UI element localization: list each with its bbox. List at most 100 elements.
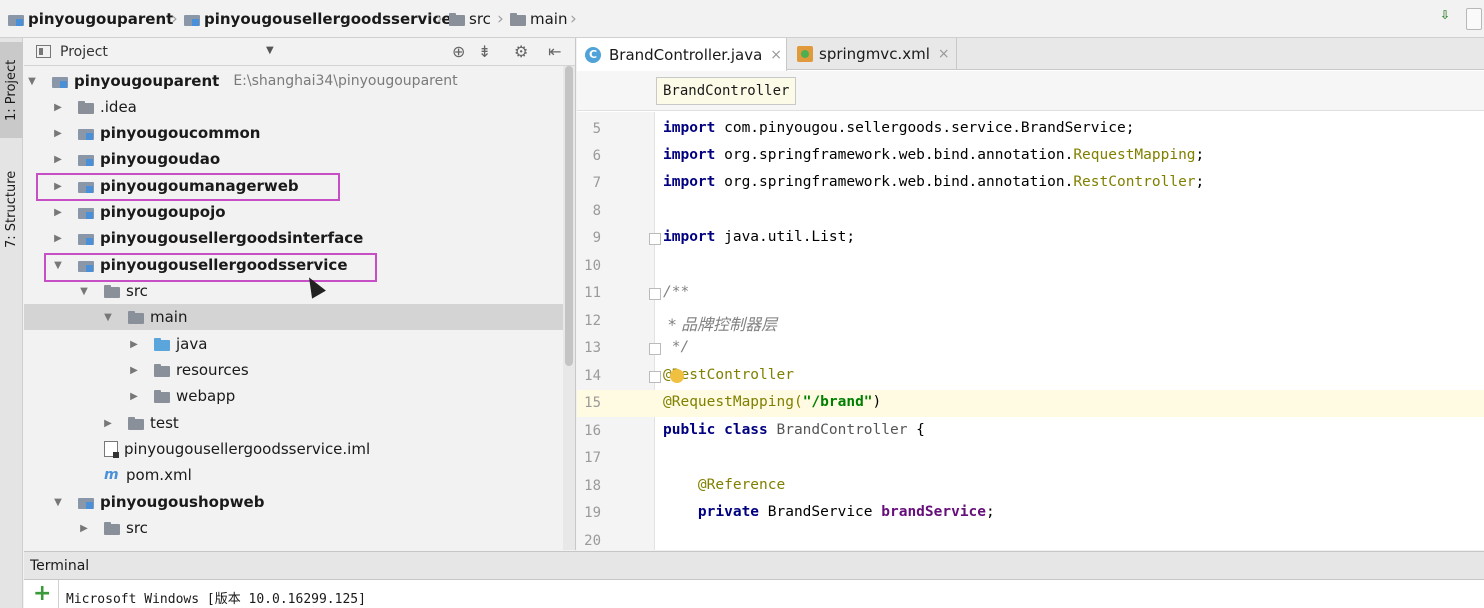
tree-item-dao[interactable]: ▶ pinyougoudao (24, 146, 564, 172)
annotation-box-managerweb (36, 173, 340, 201)
code-line[interactable]: 12 * 品牌控制器层 (577, 308, 1484, 335)
collapsed-arrow-icon[interactable]: ▶ (128, 391, 140, 402)
tree-item-main[interactable]: ▼ main (24, 304, 564, 330)
code-line[interactable]: 14 @RestController (577, 363, 1484, 390)
locate-icon[interactable]: ⊕ (452, 42, 465, 61)
collapsed-arrow-icon[interactable]: ▶ (102, 418, 114, 429)
terminal-header: Terminal (24, 551, 1484, 580)
collapsed-arrow-icon[interactable]: ▶ (52, 233, 64, 244)
nav-crumb-parent[interactable]: pinyougouparent (8, 0, 173, 38)
resources-folder-icon (154, 363, 170, 377)
tree-item-java[interactable]: ▶ java (24, 331, 564, 357)
code-line[interactable]: 8 (577, 198, 1484, 225)
collapsed-arrow-icon[interactable]: ▶ (52, 207, 64, 218)
xml-file-icon (797, 46, 813, 62)
tree-item-pom[interactable]: m pom.xml (24, 462, 564, 488)
folder-icon (104, 284, 120, 298)
nav-crumb-src[interactable]: src (449, 0, 491, 38)
tree-item-shopweb[interactable]: ▼ pinyougoushopweb (24, 489, 564, 515)
terminal-panel[interactable]: + Microsoft Windows [版本 10.0.16299.125] (24, 580, 1484, 608)
code-line[interactable]: 5 import com.pinyougou.sellergoods.servi… (577, 116, 1484, 143)
expand-arrow-icon[interactable]: ▼ (102, 312, 114, 323)
collapsed-arrow-icon[interactable]: ▶ (78, 523, 90, 534)
folder-icon (128, 416, 144, 430)
tool-window-stripe: 1: Project 7: Structure (0, 38, 23, 608)
project-view-selector[interactable]: Project (60, 44, 108, 60)
folder-icon (449, 12, 465, 26)
tab-springmvc[interactable]: springmvc.xml × (789, 38, 957, 70)
sort-icon[interactable]: ⇩ (1440, 8, 1450, 22)
code-line[interactable]: 13 */ (577, 335, 1484, 362)
project-view-icon (36, 45, 51, 58)
collapsed-arrow-icon[interactable]: ▶ (52, 128, 64, 139)
nav-crumb-main[interactable]: main (510, 0, 567, 38)
tree-item-pojo[interactable]: ▶ pinyougoupojo (24, 199, 564, 225)
fold-marker-icon[interactable] (649, 343, 661, 355)
fold-marker-icon[interactable] (649, 233, 661, 245)
structure-tool-tab[interactable]: 7: Structure (0, 150, 23, 268)
code-line[interactable]: 18 @Reference (577, 473, 1484, 500)
code-line-current[interactable]: 15 @RequestMapping("/brand") (577, 390, 1484, 417)
tree-item-iml[interactable]: pinyougousellergoodsservice.iml (24, 436, 564, 462)
java-class-icon: C (585, 46, 601, 63)
web-folder-icon (154, 389, 170, 403)
expand-arrow-icon[interactable]: ▼ (26, 76, 38, 87)
expand-arrow-icon[interactable]: ▼ (52, 497, 64, 508)
tree-item-shopweb-src[interactable]: ▶ src (24, 515, 564, 541)
code-line[interactable]: 11 /** (577, 280, 1484, 307)
code-line[interactable]: 16 public class BrandController { (577, 418, 1484, 445)
tree-item-common[interactable]: ▶ pinyougoucommon (24, 120, 564, 146)
tree-item-idea[interactable]: ▶ .idea (24, 94, 564, 120)
new-session-icon[interactable]: + (33, 581, 51, 606)
module-icon (78, 127, 94, 140)
annotation-box-service (44, 253, 377, 282)
folder-icon (104, 521, 120, 535)
code-line[interactable]: 7 import org.springframework.web.bind.an… (577, 170, 1484, 197)
hide-panel-icon[interactable]: ⇤ (548, 42, 561, 61)
tree-item-root[interactable]: ▼ pinyougouparent E:\shanghai34\pinyougo… (24, 68, 564, 94)
tree-item-test[interactable]: ▶ test (24, 410, 564, 436)
chevron-right-icon: › (570, 9, 577, 29)
fold-marker-icon[interactable] (649, 288, 661, 300)
code-line[interactable]: 19 private BrandService brandService; (577, 500, 1484, 527)
code-editor: C BrandController.java × springmvc.xml ×… (577, 38, 1484, 550)
intention-bulb-icon[interactable] (670, 369, 684, 383)
fold-marker-icon[interactable] (649, 371, 661, 383)
expand-arrow-icon[interactable]: ▼ (78, 286, 90, 297)
collapsed-arrow-icon[interactable]: ▶ (128, 365, 140, 376)
code-line[interactable]: 9 import java.util.List; (577, 225, 1484, 252)
module-icon (184, 13, 200, 26)
scrollbar-thumb[interactable] (565, 66, 573, 366)
nav-crumb-service[interactable]: pinyougousellergoodsservice (184, 0, 452, 38)
chevron-right-icon: › (497, 9, 504, 29)
folder-icon (510, 12, 526, 26)
chevron-right-icon: › (436, 9, 443, 29)
chevron-right-icon: › (171, 9, 178, 29)
project-panel: Project ▼ ⊕ ⇟ ⚙ ⇤ ▼ pinyougouparent E:\s… (24, 38, 576, 550)
close-tab-icon[interactable]: × (770, 47, 782, 63)
collapsed-arrow-icon[interactable]: ▶ (52, 102, 64, 113)
module-icon (78, 153, 94, 166)
code-line[interactable]: 10 (577, 253, 1484, 280)
gear-icon[interactable]: ⚙ (514, 42, 528, 61)
project-tool-tab[interactable]: 1: Project (0, 42, 23, 138)
tab-brandcontroller[interactable]: C BrandController.java × (577, 38, 787, 71)
project-scrollbar[interactable] (563, 66, 575, 550)
collapsed-arrow-icon[interactable]: ▶ (128, 339, 140, 350)
collapsed-arrow-icon[interactable]: ▶ (52, 154, 64, 165)
source-folder-icon (154, 337, 170, 351)
dropdown-arrow-icon[interactable]: ▼ (266, 45, 274, 56)
tree-item-resources[interactable]: ▶ resources (24, 357, 564, 383)
folder-icon (78, 100, 94, 114)
close-tab-icon[interactable]: × (938, 46, 950, 62)
tree-item-webapp[interactable]: ▶ webapp (24, 383, 564, 409)
editor-breadcrumb: BrandController (577, 71, 1484, 111)
class-crumb[interactable]: BrandController (656, 77, 797, 105)
terminal-title[interactable]: Terminal (30, 558, 89, 574)
run-config-button[interactable] (1466, 8, 1482, 30)
code-line[interactable]: 6 import org.springframework.web.bind.an… (577, 143, 1484, 170)
navigation-bar: pinyougouparent › pinyougousellergoodsse… (0, 0, 1484, 38)
tree-item-interface[interactable]: ▶ pinyougousellergoodsinterface (24, 225, 564, 251)
code-line[interactable]: 17 (577, 445, 1484, 472)
collapse-all-icon[interactable]: ⇟ (478, 42, 491, 61)
